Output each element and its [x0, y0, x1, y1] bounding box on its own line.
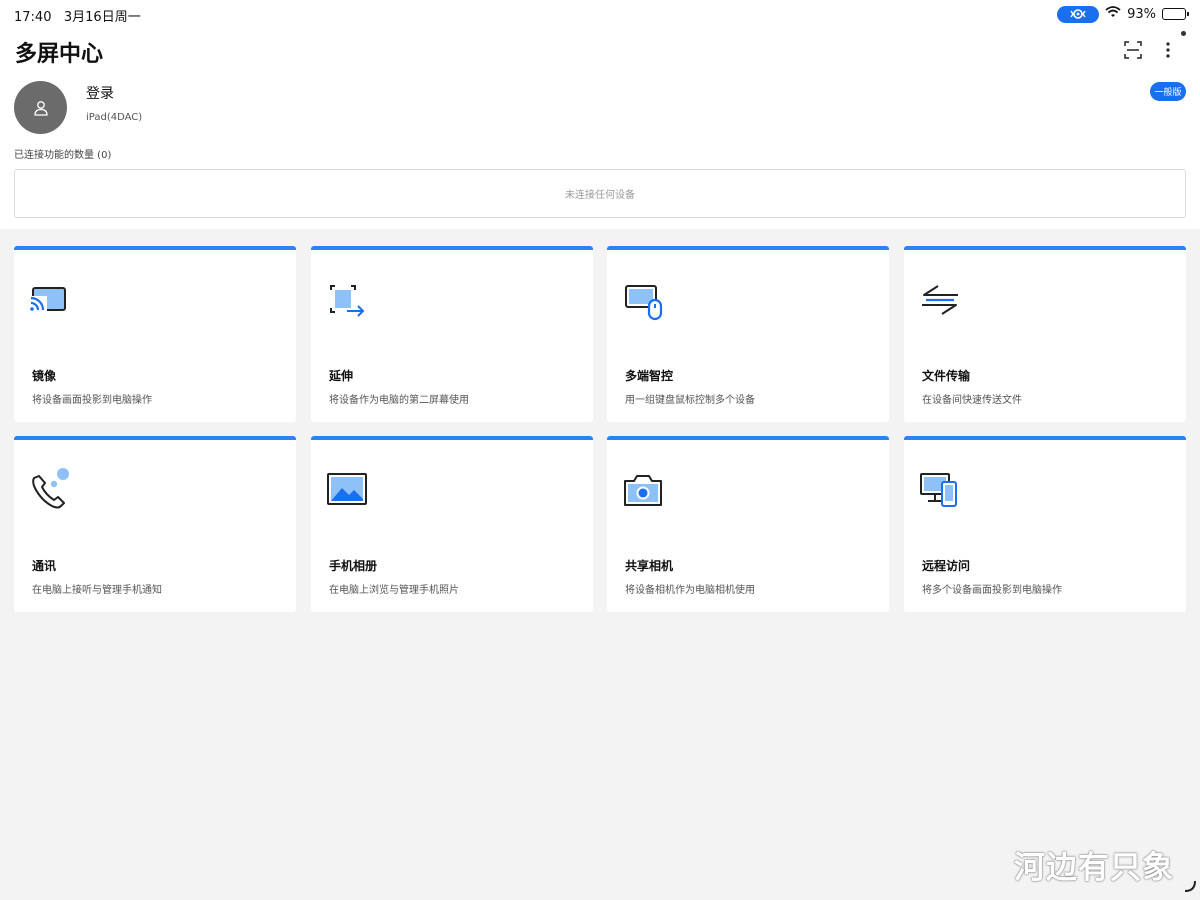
feature-desc: 在电脑上浏览与管理手机照片 [329, 585, 459, 596]
transfer-arrows-icon [922, 285, 958, 315]
status-time: 17:40 [14, 10, 52, 25]
feature-card-extend[interactable]: 延伸 将设备作为电脑的第二屏幕使用 [311, 246, 593, 422]
camera-icon [624, 475, 662, 506]
empty-message: 未连接任何设备 [565, 190, 635, 201]
feature-desc: 用一组键盘鼠标控制多个设备 [625, 395, 755, 406]
feature-title: 多端智控 [625, 369, 674, 383]
status-time-date: 17:40 3月16日周一 [14, 6, 141, 25]
feature-card-communication[interactable]: 通讯 在电脑上接听与管理手机通知 [14, 436, 296, 612]
login-link[interactable]: 登录 [86, 83, 114, 103]
extend-screen-icon [330, 285, 365, 317]
status-indicators: 93% [1057, 5, 1189, 23]
feature-desc: 将多个设备画面投影到电脑操作 [922, 585, 1062, 596]
status-date: 3月16日周一 [63, 10, 141, 25]
phone-icon [32, 468, 69, 509]
feature-card-multi-control[interactable]: 多端智控 用一组键盘鼠标控制多个设备 [607, 246, 889, 422]
more-options-button[interactable] [1158, 39, 1178, 61]
feature-desc: 在电脑上接听与管理手机通知 [32, 585, 162, 596]
feature-title: 延伸 [329, 369, 354, 383]
indicator-dot [1181, 31, 1186, 36]
feature-title: 文件传输 [922, 369, 971, 383]
feature-card-photos[interactable]: 手机相册 在电脑上浏览与管理手机照片 [311, 436, 593, 612]
more-vertical-icon [1166, 42, 1170, 58]
connected-devices-empty: 未连接任何设备 [14, 169, 1186, 218]
feature-desc: 在设备间快速传送文件 [922, 395, 1022, 406]
remote-devices-icon [920, 473, 957, 507]
feature-title: 共享相机 [625, 559, 674, 573]
avatar[interactable] [14, 81, 67, 134]
monitor-mouse-icon [625, 285, 663, 321]
feature-card-file-transfer[interactable]: 文件传输 在设备间快速传送文件 [904, 246, 1186, 422]
watermark-text: 河边有只象 [1014, 850, 1174, 886]
feature-card-remote-access[interactable]: 远程访问 将多个设备画面投影到电脑操作 [904, 436, 1186, 612]
connected-count-label: 已连接功能的数量 (0) [14, 150, 112, 161]
feature-title: 通讯 [32, 559, 57, 573]
cast-icon [30, 287, 66, 312]
resize-corner-icon [1184, 880, 1196, 892]
wifi-icon [1105, 6, 1121, 22]
scan-button[interactable] [1122, 39, 1144, 61]
screen-mirror-icon[interactable] [1057, 5, 1100, 23]
feature-title: 远程访问 [922, 559, 971, 573]
feature-card-shared-camera[interactable]: 共享相机 将设备相机作为电脑相机使用 [607, 436, 889, 612]
feature-desc: 将设备相机作为电脑相机使用 [625, 585, 755, 596]
feature-card-mirror[interactable]: 镜像 将设备画面投影到电脑操作 [14, 246, 296, 422]
user-icon [33, 100, 48, 116]
photo-icon [327, 473, 367, 505]
battery-icon [1162, 8, 1189, 20]
edition-badge[interactable]: 一般版 [1150, 82, 1186, 101]
feature-title: 手机相册 [329, 559, 378, 573]
feature-desc: 将设备作为电脑的第二屏幕使用 [329, 395, 469, 406]
feature-title: 镜像 [32, 369, 57, 383]
feature-desc: 将设备画面投影到电脑操作 [32, 395, 152, 406]
scan-icon [1124, 41, 1142, 59]
battery-percent: 93% [1127, 6, 1156, 22]
device-name: iPad(4DAC) [86, 112, 143, 123]
page-title: 多屏中心 [15, 42, 104, 67]
